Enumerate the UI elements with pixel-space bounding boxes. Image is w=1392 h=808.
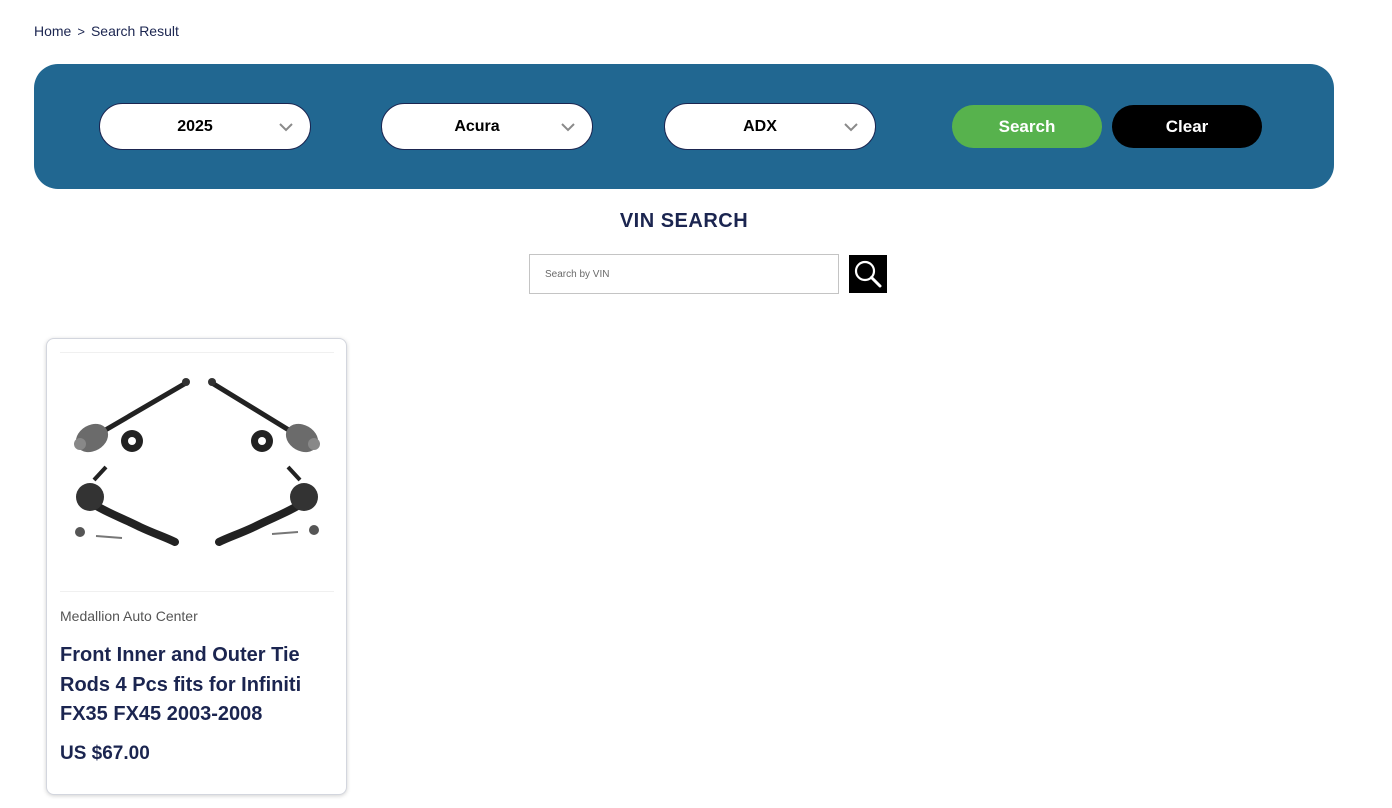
product-title[interactable]: Front Inner and Outer Tie Rods 4 Pcs fit… <box>60 641 340 730</box>
product-image[interactable] <box>60 352 334 592</box>
breadcrumb-home-link[interactable]: Home <box>34 23 71 39</box>
product-price: US $67.00 <box>60 743 150 764</box>
model-select[interactable]: ADX <box>664 103 876 150</box>
vin-search-button[interactable] <box>849 255 887 293</box>
product-card[interactable]: Medallion Auto Center Front Inner and Ou… <box>46 338 347 795</box>
make-select[interactable]: Acura <box>381 103 593 150</box>
search-button[interactable]: Search <box>952 105 1102 148</box>
tie-rod-parts-image <box>60 352 334 592</box>
vin-search-title: VIN SEARCH <box>619 210 749 232</box>
breadcrumb-current: Search Result <box>90 23 179 39</box>
search-icon <box>854 260 882 288</box>
vin-search-input[interactable] <box>529 254 839 294</box>
breadcrumb-separator: > <box>77 23 85 39</box>
vehicle-filter-bar: 2025 Acura ADX Search Clear <box>34 64 1334 189</box>
chevron-down-icon <box>844 123 858 132</box>
product-vendor: Medallion Auto Center <box>60 608 198 624</box>
chevron-down-icon <box>561 123 575 132</box>
breadcrumb: Home > Search Result <box>34 23 179 39</box>
clear-button[interactable]: Clear <box>1112 105 1262 148</box>
year-select[interactable]: 2025 <box>99 103 311 150</box>
chevron-down-icon <box>279 123 293 132</box>
